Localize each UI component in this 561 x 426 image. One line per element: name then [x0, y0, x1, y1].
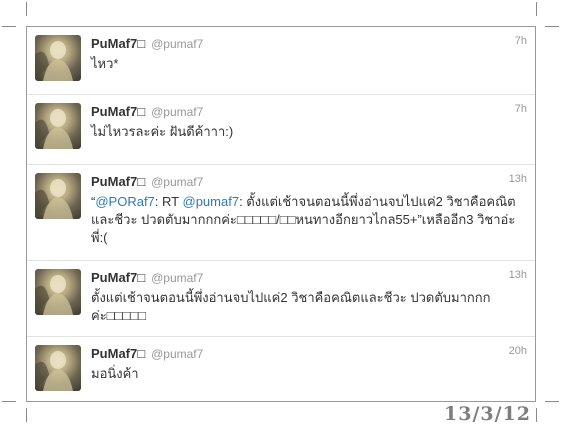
avatar[interactable]: [35, 103, 81, 149]
mention-link[interactable]: @PORaf7: [95, 194, 154, 209]
tweet-text-segment: : RT: [154, 194, 183, 209]
tweet[interactable]: PuMaf7□ @pumaf7 13h “@PORaf7: RT @pumaf7:…: [27, 165, 535, 261]
user-handle[interactable]: @pumaf7: [151, 175, 203, 189]
tweet-feed: PuMaf7□ @pumaf7 7h ไหว* PuMaf7□ @pumaf7 7h…: [26, 26, 536, 402]
crop-mark: [545, 401, 559, 402]
avatar[interactable]: [35, 35, 81, 81]
avatar-photo-icon: [35, 41, 73, 81]
tweet-text: มอนิ่งค้า: [91, 366, 139, 381]
user-handle[interactable]: @pumaf7: [151, 105, 203, 119]
avatar[interactable]: [35, 173, 81, 219]
timestamp[interactable]: 7h: [515, 103, 527, 115]
crop-mark: [26, 408, 27, 422]
avatar-photo-icon: [35, 179, 73, 219]
tweet-header: PuMaf7□ @pumaf7 13h: [91, 173, 527, 189]
user-name[interactable]: PuMaf7□: [91, 36, 145, 51]
timestamp[interactable]: 20h: [509, 345, 527, 357]
user-name[interactable]: PuMaf7□: [91, 346, 145, 361]
crop-mark: [2, 26, 16, 27]
crop-mark: [545, 26, 559, 27]
user-handle[interactable]: @pumaf7: [151, 271, 203, 285]
tweet-header: PuMaf7□ @pumaf7 7h: [91, 103, 527, 119]
mention-link[interactable]: @pumaf7: [183, 194, 240, 209]
tweet-text: ไหว*: [91, 56, 119, 71]
avatar[interactable]: [35, 269, 81, 315]
tweet-text: “@PORaf7: RT @pumaf7: ตั้งแต่เช้าจนตอนนี…: [91, 193, 525, 247]
page: PuMaf7□ @pumaf7 7h ไหว* PuMaf7□ @pumaf7 7h…: [0, 0, 561, 426]
avatar-photo-icon: [35, 109, 73, 149]
tweet[interactable]: PuMaf7□ @pumaf7 13h ตั้งแต่เช้าจนตอนนี้พึ…: [27, 261, 535, 337]
tweet-header: PuMaf7□ @pumaf7 20h: [91, 345, 527, 361]
tweet[interactable]: PuMaf7□ @pumaf7 7h ไม่ไหวรละค่ะ ฝันดีค้าา…: [27, 95, 535, 165]
crop-mark: [536, 2, 537, 16]
user-name[interactable]: PuMaf7□: [91, 104, 145, 119]
crop-mark: [26, 2, 27, 16]
date-stamp: 13/3/12: [444, 403, 531, 425]
user-handle[interactable]: @pumaf7: [151, 37, 203, 51]
timestamp[interactable]: 13h: [509, 269, 527, 281]
tweet-header: PuMaf7□ @pumaf7 13h: [91, 269, 527, 285]
tweet[interactable]: PuMaf7□ @pumaf7 20h มอนิ่งค้า: [27, 337, 535, 401]
crop-mark: [536, 408, 537, 422]
avatar[interactable]: [35, 345, 81, 391]
avatar-photo-icon: [35, 275, 73, 315]
tweet-text: ไม่ไหวรละค่ะ ฝันดีค้าาา:): [91, 124, 234, 139]
user-name[interactable]: PuMaf7□: [91, 174, 145, 189]
avatar-photo-icon: [35, 351, 73, 391]
user-name[interactable]: PuMaf7□: [91, 270, 145, 285]
tweet-header: PuMaf7□ @pumaf7 7h: [91, 35, 527, 51]
timestamp[interactable]: 7h: [515, 35, 527, 47]
crop-mark: [2, 401, 16, 402]
tweet[interactable]: PuMaf7□ @pumaf7 7h ไหว*: [27, 27, 535, 95]
user-handle[interactable]: @pumaf7: [151, 347, 203, 361]
timestamp[interactable]: 13h: [509, 173, 527, 185]
tweet-text: ตั้งแต่เช้าจนตอนนี้พึ่งอ่านจบไปแค่2 วิชา…: [91, 290, 491, 323]
